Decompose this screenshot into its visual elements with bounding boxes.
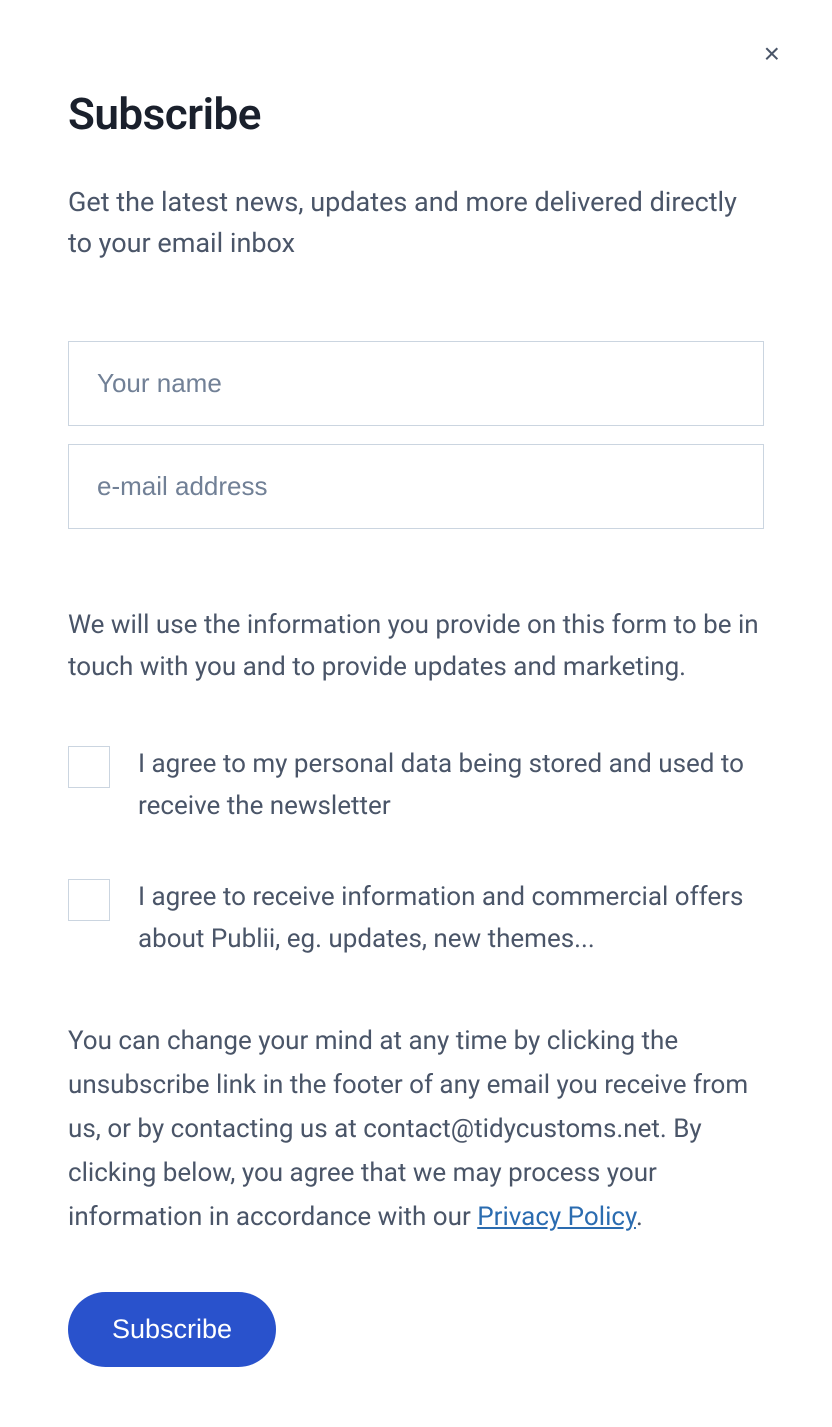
footer-text: You can change your mind at any time by …: [68, 1019, 764, 1240]
footer-text-after: .: [636, 1202, 643, 1232]
agree-data-checkbox[interactable]: [68, 746, 110, 788]
page-title: Subscribe: [68, 88, 764, 140]
checkbox-group: I agree to my personal data being stored…: [68, 744, 764, 960]
checkbox-row-data: I agree to my personal data being stored…: [68, 744, 764, 827]
email-input[interactable]: [68, 444, 764, 529]
privacy-policy-link[interactable]: Privacy Policy: [477, 1202, 636, 1232]
form-inputs: [68, 341, 764, 529]
agree-commercial-label: I agree to receive information and comme…: [138, 877, 764, 960]
info-text: We will use the information you provide …: [68, 605, 764, 688]
checkbox-row-commercial: I agree to receive information and comme…: [68, 877, 764, 960]
name-input[interactable]: [68, 341, 764, 426]
subscribe-button[interactable]: Subscribe: [68, 1292, 276, 1367]
subscribe-modal: Subscribe Get the latest news, updates a…: [0, 0, 832, 1427]
subtitle-text: Get the latest news, updates and more de…: [68, 182, 764, 263]
agree-commercial-checkbox[interactable]: [68, 879, 110, 921]
close-icon: ×: [764, 38, 780, 69]
close-button[interactable]: ×: [760, 36, 784, 72]
agree-data-label: I agree to my personal data being stored…: [138, 744, 764, 827]
footer-text-before: You can change your mind at any time by …: [68, 1026, 748, 1233]
